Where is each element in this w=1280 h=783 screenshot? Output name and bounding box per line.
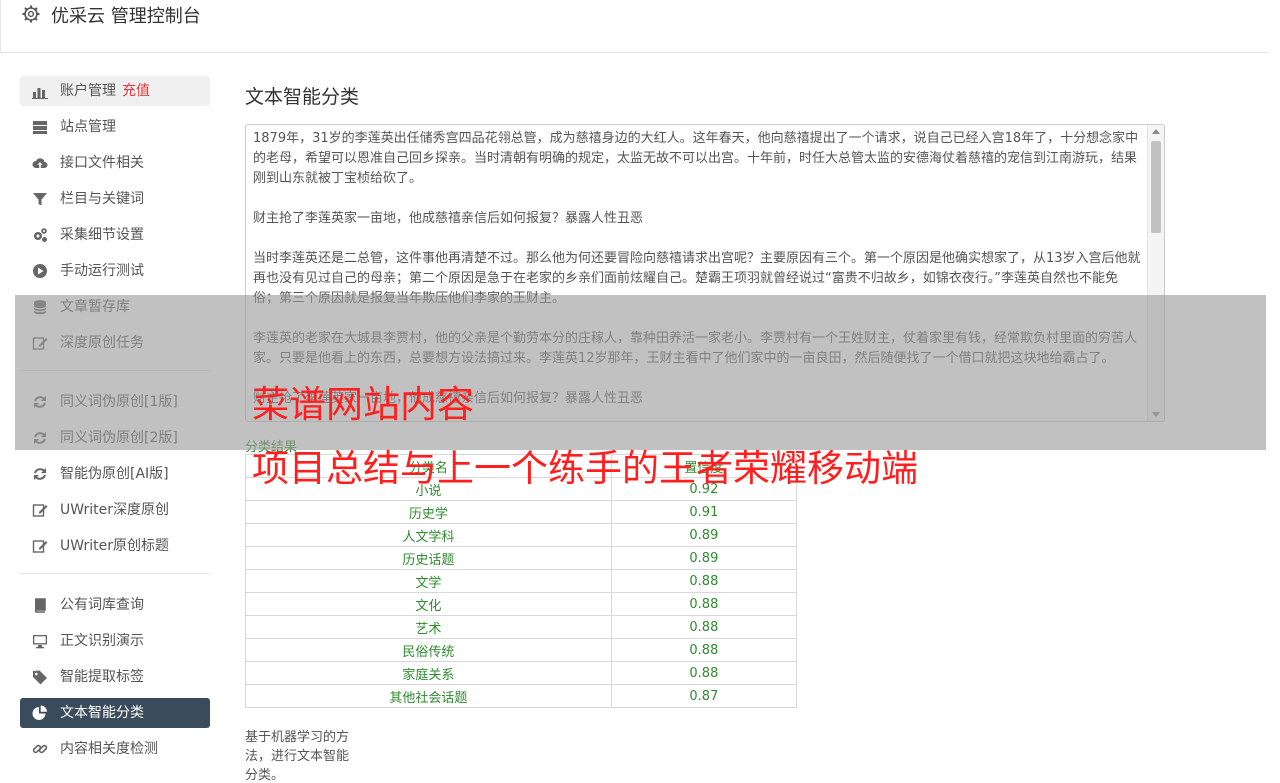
cloud-upload-icon <box>32 158 48 168</box>
gear-icon <box>22 5 40 23</box>
pie-chart-icon <box>32 705 47 720</box>
sidebar-item[interactable]: 接口文件相关 <box>20 148 210 178</box>
main-panel: 文本智能分类 1879年，31岁的李莲英出任储秀宫四品花翎总管，成为慈禧身边的大… <box>245 82 1165 783</box>
sidebar-item-label: 智能提取标签 <box>60 669 144 685</box>
table-row: 人文学科 0.89 <box>245 523 798 547</box>
confidence-cell: 0.87 <box>610 684 798 708</box>
confidence-cell: 0.88 <box>610 638 798 662</box>
refresh-icon <box>34 468 46 480</box>
category-cell: 文学 <box>245 569 612 593</box>
server-icon <box>33 121 47 134</box>
watermark-line-1: 菜谱网站内容 <box>252 383 474 426</box>
category-cell: 其他社会话题 <box>245 684 612 708</box>
sidebar-item[interactable]: 账户管理 充值 <box>20 76 210 106</box>
category-cell: 文化 <box>245 592 612 616</box>
category-cell: 民俗传统 <box>245 638 612 662</box>
watermark-band <box>15 295 1266 450</box>
sidebar-item[interactable]: UWriter深度原创 <box>20 495 210 525</box>
top-header: 优采云 管理控制台 <box>0 0 1270 53</box>
bar-chart-icon <box>32 88 48 99</box>
sidebar-item-label: 手动运行测试 <box>60 263 144 279</box>
table-row: 其他社会话题 0.87 <box>245 684 798 708</box>
category-cell: 家庭关系 <box>245 661 612 685</box>
filter-icon <box>33 193 47 206</box>
sidebar-item-label: 账户管理 <box>60 83 116 99</box>
category-cell: 历史话题 <box>245 546 612 570</box>
scroll-thumb[interactable] <box>1151 141 1161 233</box>
confidence-cell: 0.91 <box>610 500 798 524</box>
sidebar-item[interactable]: 智能提取标签 <box>20 662 210 692</box>
category-cell: 历史学 <box>245 500 612 524</box>
table-row: 历史学 0.91 <box>245 500 798 524</box>
table-row: 民俗传统 0.88 <box>245 638 798 662</box>
confidence-cell: 0.88 <box>610 661 798 685</box>
console-title: 优采云 管理控制台 <box>51 6 201 27</box>
sidebar-item[interactable]: 采集细节设置 <box>20 220 210 250</box>
gears-icon <box>34 228 47 242</box>
sidebar-item-label: 接口文件相关 <box>60 155 144 171</box>
tag-icon <box>33 670 47 685</box>
sidebar-item-label: 智能伪原创[AI版] <box>60 466 169 482</box>
watermark-line-2: 项目总结与上一个练手的王者荣耀移动端 <box>252 447 918 490</box>
sidebar-item-label: 公有词库查询 <box>60 597 144 613</box>
text-paragraph: 财主抢了李莲英家一亩地，他成慈禧亲信后如何报复？暴露人性丑恶 <box>253 211 644 226</box>
sidebar-item[interactable]: 公有词库查询 <box>20 590 210 620</box>
confidence-cell: 0.88 <box>610 592 798 616</box>
play-circle-icon <box>33 264 47 278</box>
sidebar-item[interactable]: 文本智能分类 <box>20 698 210 728</box>
confidence-cell: 0.88 <box>610 569 798 593</box>
confidence-cell: 0.88 <box>610 615 798 639</box>
edit-icon <box>32 540 48 553</box>
table-row: 历史话题 0.89 <box>245 546 798 570</box>
confidence-cell: 0.89 <box>610 546 798 570</box>
category-cell: 人文学科 <box>245 523 612 547</box>
table-row: 文化 0.88 <box>245 592 798 616</box>
confidence-cell: 0.89 <box>610 523 798 547</box>
sidebar-item-label: 正文识别演示 <box>60 633 144 649</box>
sidebar-item[interactable]: UWriter原创标题 <box>20 531 210 561</box>
sidebar-item-label: UWriter深度原创 <box>60 502 169 518</box>
sidebar-item-label: 站点管理 <box>60 119 116 135</box>
table-row: 艺术 0.88 <box>245 615 798 639</box>
sidebar-item-label: 文本智能分类 <box>60 705 144 721</box>
link-icon <box>32 744 48 754</box>
sidebar-item-label: 采集细节设置 <box>60 227 144 243</box>
sidebar-divider <box>20 573 210 574</box>
sidebar-item-label: 内容相关度检测 <box>60 741 158 757</box>
sidebar-item[interactable]: 站点管理 <box>20 112 210 142</box>
footnote: 基于机器学习的方法，进行文本智能分类。 <box>245 730 350 783</box>
sidebar-item-label: UWriter原创标题 <box>60 538 169 554</box>
sidebar-item[interactable]: 智能伪原创[AI版] <box>20 459 210 489</box>
page-title: 文本智能分类 <box>245 86 360 108</box>
sidebar-item[interactable]: 正文识别演示 <box>20 626 210 656</box>
text-paragraph: 1879年，31岁的李莲英出任储秀宫四品花翎总管，成为慈禧身边的大红人。这年春天… <box>253 131 1139 186</box>
result-table: 分类名 置信度 小说 0.92 历史学 0.91 人文学科 0.89 历史话题 0.89 文学 0… <box>245 454 798 708</box>
sidebar-item-label: 栏目与关键词 <box>60 191 144 207</box>
sidebar-item[interactable]: 栏目与关键词 <box>20 184 210 214</box>
sidebar-item[interactable]: 手动运行测试 <box>20 256 210 286</box>
recharge-link[interactable]: 充值 <box>122 83 150 99</box>
sidebar-item[interactable]: 内容相关度检测 <box>20 734 210 764</box>
category-cell: 艺术 <box>245 615 612 639</box>
monitor-icon <box>33 635 47 649</box>
table-row: 文学 0.88 <box>245 569 798 593</box>
right-edge <box>1268 0 1280 745</box>
edit-icon <box>32 504 48 517</box>
scroll-up-icon[interactable] <box>1152 129 1160 134</box>
book-icon <box>34 598 46 613</box>
table-row: 家庭关系 0.88 <box>245 661 798 685</box>
